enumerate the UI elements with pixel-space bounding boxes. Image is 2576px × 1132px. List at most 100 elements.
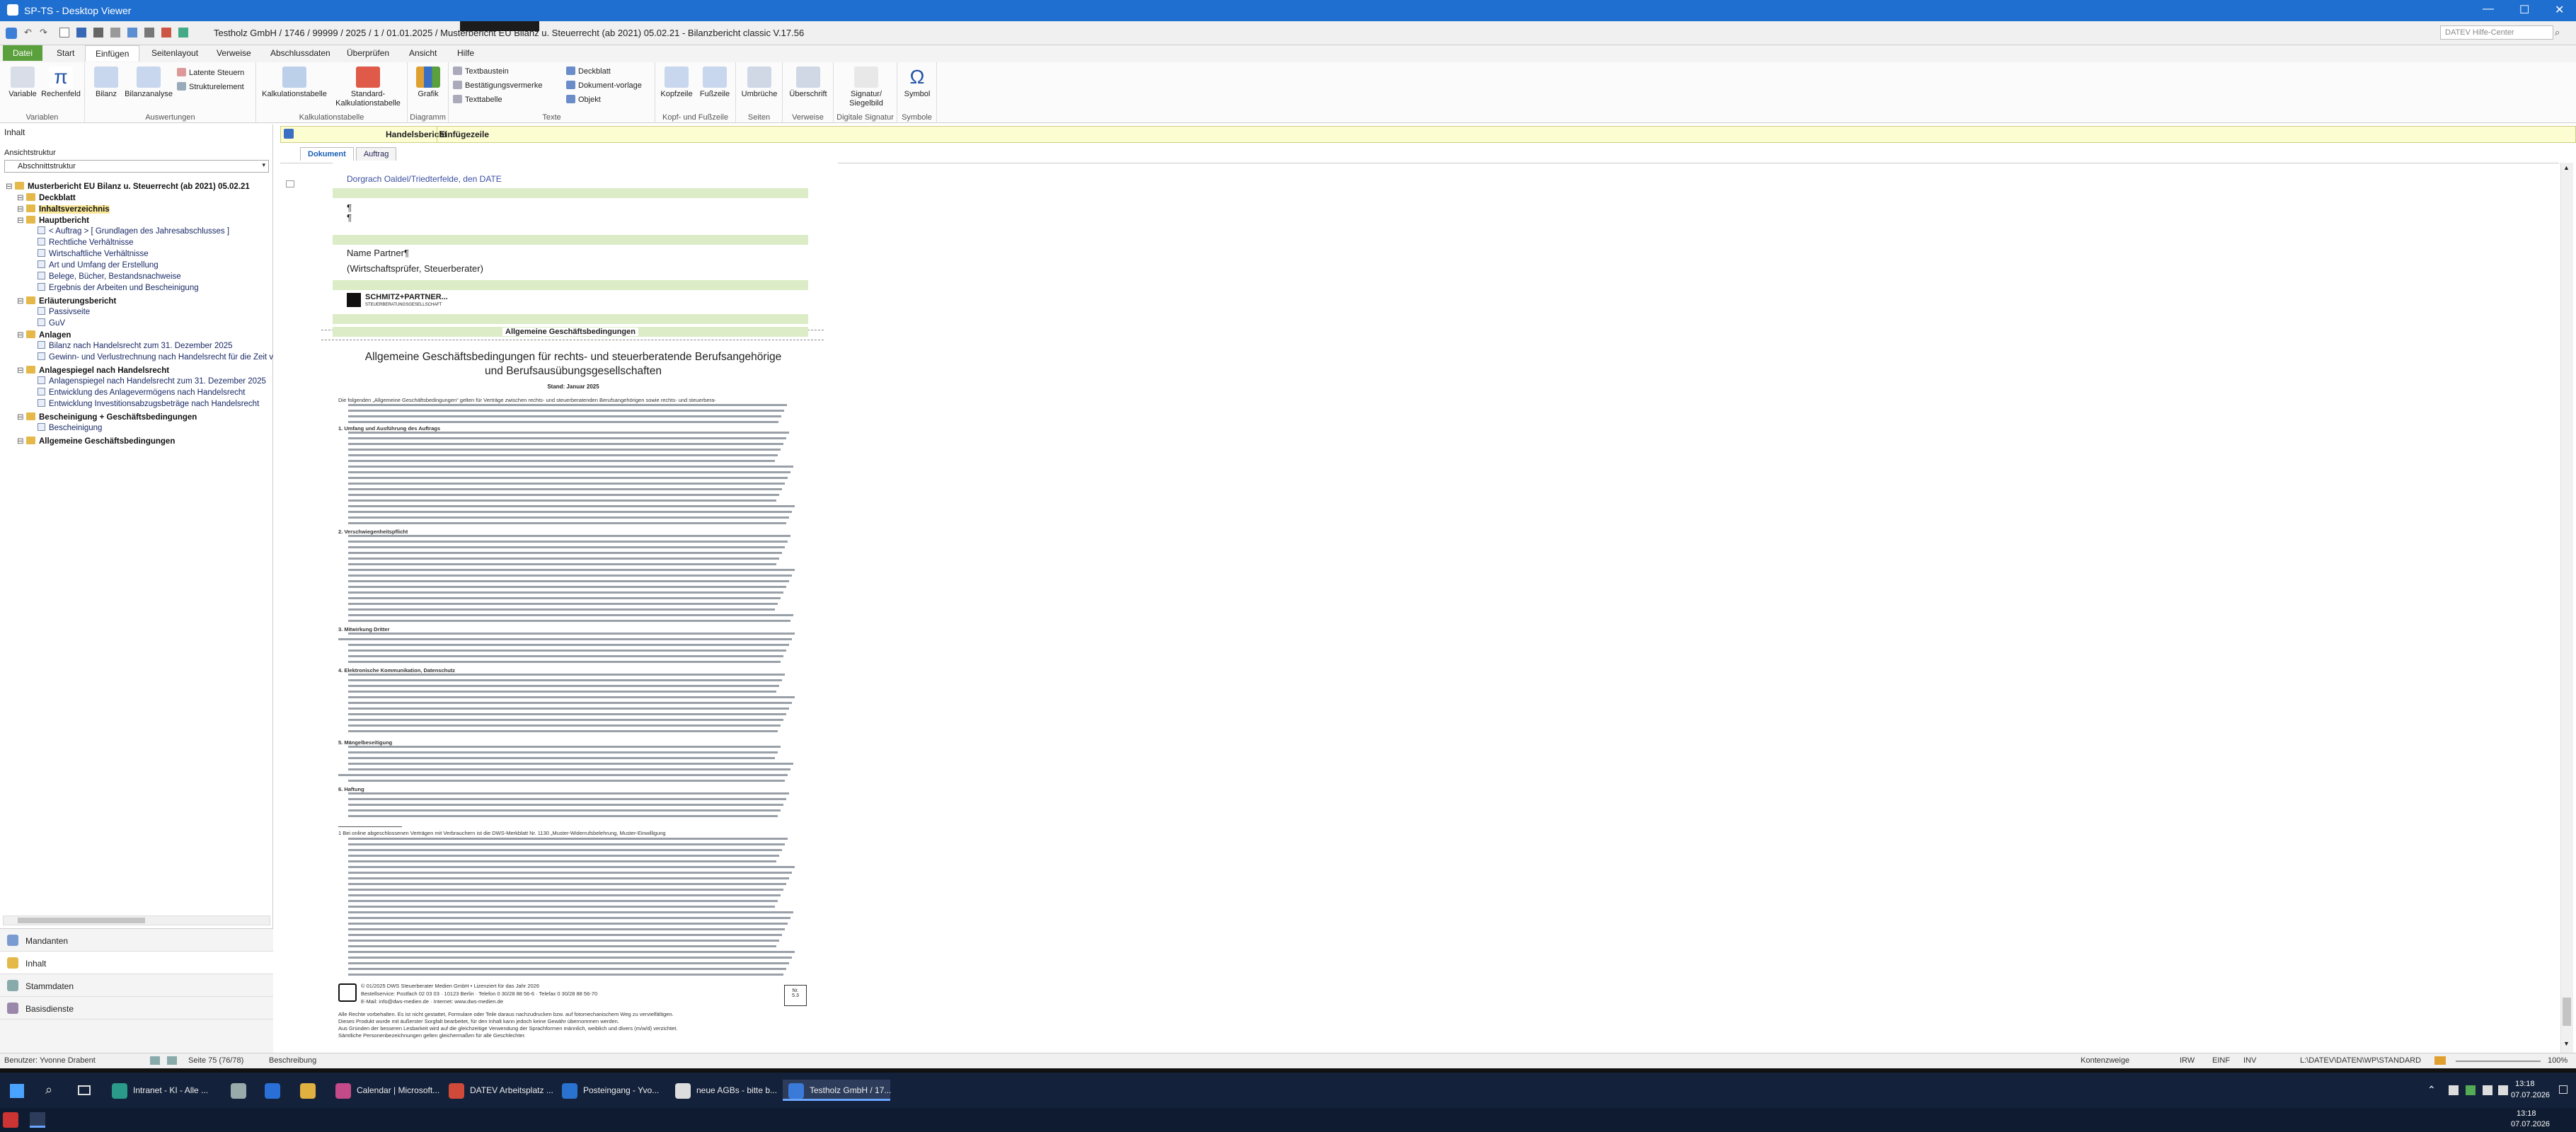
taskbar-app-3[interactable] xyxy=(294,1080,323,1101)
redo-icon[interactable]: ↷ xyxy=(40,27,47,38)
tree-item[interactable]: Bescheinigung xyxy=(28,423,102,432)
tree-item[interactable]: ⊟ Inhaltsverzeichnis xyxy=(17,204,110,214)
start-icon[interactable] xyxy=(3,1112,18,1128)
search-icon[interactable]: ⌕ xyxy=(45,1082,52,1097)
tree-item[interactable]: ⊟ Allgemeine Geschäftsbedingungen xyxy=(17,436,175,446)
kalkulationstabelle-button[interactable]: Kalkulationstabelle xyxy=(259,67,330,99)
minimize-icon[interactable]: — xyxy=(2483,3,2494,16)
chevron-up-icon[interactable]: ⌃ xyxy=(2427,1084,2436,1096)
taskbar-calendar[interactable]: Calendar | Microsoft... xyxy=(330,1080,439,1101)
pane-stammdaten[interactable]: Stammdaten xyxy=(0,974,273,997)
rechenfeld-button[interactable]: π Rechenfeld xyxy=(40,67,82,99)
tab-ueberpruefen[interactable]: Überprüfen xyxy=(337,45,399,61)
tab-ansicht[interactable]: Ansicht xyxy=(399,45,447,61)
tree-item[interactable]: Wirtschaftliche Verhältnisse xyxy=(28,249,149,258)
latente-steuern-button[interactable]: Latente Steuern xyxy=(177,68,244,77)
taskbar-app-2[interactable] xyxy=(259,1080,287,1101)
taskbar-mail[interactable]: neue AGBs - bitte b... xyxy=(669,1080,777,1101)
taskbar-testholz[interactable]: Testholz GmbH / 17... xyxy=(783,1080,891,1101)
bilanzanalyse-button[interactable]: Bilanzanalyse xyxy=(123,67,174,99)
tab-datei[interactable]: Datei xyxy=(3,45,43,61)
tree-item[interactable]: Gewinn- und Verlustrechnung nach Handels… xyxy=(28,352,273,362)
expand-toggle-icon[interactable]: ⊟ xyxy=(6,181,13,191)
pane-mandanten[interactable]: Mandanten xyxy=(0,929,273,952)
print-icon[interactable] xyxy=(93,28,103,37)
save-icon[interactable] xyxy=(76,28,86,37)
info-icon[interactable] xyxy=(284,129,294,139)
ueberschrift-button[interactable]: Überschrift xyxy=(786,67,831,99)
close-icon[interactable]: ✕ xyxy=(2555,3,2564,17)
tree-item[interactable]: Entwicklung des Anlagevermögens nach Han… xyxy=(28,388,245,397)
structure-icon[interactable] xyxy=(144,28,154,37)
tree-item[interactable]: ⊟ Deckblatt xyxy=(17,192,76,202)
ansicht-select[interactable]: Abschnittstruktur ▾ xyxy=(4,160,269,173)
undo-icon[interactable]: ↶ xyxy=(24,27,32,38)
pane-basisdienste[interactable]: Basisdienste xyxy=(0,997,273,1020)
tab-start[interactable]: Start xyxy=(47,45,84,61)
clock-time-secondary[interactable]: 13:18 xyxy=(2517,1109,2536,1118)
tree-item[interactable]: Ergebnis der Arbeiten und Bescheinigung xyxy=(28,283,199,292)
tab-seitenlayout[interactable]: Seitenlayout xyxy=(142,45,208,61)
scroll-thumb[interactable] xyxy=(2563,998,2571,1026)
symbol-button[interactable]: Ω Symbol xyxy=(902,67,933,99)
pane-inhalt[interactable]: Inhalt xyxy=(0,952,273,974)
task-view-icon[interactable] xyxy=(78,1085,91,1095)
tree-item[interactable]: ⊟ Musterbericht EU Bilanz u. Steuerrecht … xyxy=(6,181,250,191)
tree-item[interactable]: Belege, Bücher, Bestandsnachweise xyxy=(28,272,181,281)
tab-einfuegen[interactable]: Einfügen xyxy=(85,45,140,62)
standard-kalk-button[interactable]: Standard-Kalkulationstabelle xyxy=(333,67,403,108)
clock-time[interactable]: 13:18 xyxy=(2515,1080,2535,1088)
tree-item[interactable]: Passivseite xyxy=(28,307,90,316)
expand-toggle-icon[interactable]: ⊟ xyxy=(17,215,24,225)
clock-date[interactable]: 07.07.2026 xyxy=(2511,1091,2550,1099)
tray-icon[interactable] xyxy=(2449,1085,2459,1095)
tree-item[interactable]: Bilanz nach Handelsrecht zum 31. Dezembe… xyxy=(28,341,233,350)
tray-icon[interactable] xyxy=(2466,1085,2476,1095)
tree-item[interactable]: ⊟ Erläuterungsbericht xyxy=(17,296,116,306)
help-search-input[interactable]: DATEV Hilfe-Center xyxy=(2440,25,2553,40)
taskbar-outlook[interactable]: Posteingang - Yvo... xyxy=(556,1080,664,1101)
kopfzeile-button[interactable]: Kopfzeile xyxy=(658,67,695,99)
tree-item[interactable]: < Auftrag > [ Grundlagen des Jahresabsch… xyxy=(28,226,229,236)
tab-abschlussdaten[interactable]: Abschlussdaten xyxy=(260,45,340,61)
new-document-icon[interactable] xyxy=(59,28,69,37)
desktop-viewer-icon[interactable] xyxy=(30,1112,45,1128)
wifi-icon[interactable] xyxy=(2483,1085,2492,1095)
tree-item[interactable]: Art und Umfang der Erstellung xyxy=(28,260,159,270)
tree-item[interactable]: ⊟ Hauptbericht xyxy=(17,215,89,225)
tab-verweise[interactable]: Verweise xyxy=(207,45,261,61)
taskbar-edge[interactable]: Intranet - KI - Alle ... xyxy=(106,1080,214,1101)
check-icon[interactable] xyxy=(178,28,188,37)
expand-toggle-icon[interactable]: ⊟ xyxy=(17,412,24,422)
tab-hilfe[interactable]: Hilfe xyxy=(447,45,484,61)
scroll-down-icon[interactable]: ▼ xyxy=(2563,1040,2570,1047)
texttabelle-button[interactable]: Texttabelle xyxy=(453,95,502,104)
search-icon[interactable]: ⌕ xyxy=(2555,27,2560,38)
tree-item[interactable]: Rechtliche Verhältnisse xyxy=(28,238,134,247)
signatur-button[interactable]: Signatur/ Siegelbild xyxy=(838,67,895,108)
preview-icon[interactable] xyxy=(110,28,120,37)
variable-button[interactable]: Variable xyxy=(7,67,38,99)
dokumentvorlage-button[interactable]: Dokument-vorlage xyxy=(566,81,642,90)
tab-dokument[interactable]: Dokument xyxy=(300,147,354,161)
notification-icon[interactable] xyxy=(2559,1085,2568,1094)
tree-item[interactable]: ⊟ Anlagespiegel nach Handelsrecht xyxy=(17,365,169,375)
expand-toggle-icon[interactable]: ⊟ xyxy=(17,330,24,340)
zoom-slider[interactable] xyxy=(2456,1061,2541,1062)
maximize-icon[interactable]: ☐ xyxy=(2519,3,2529,17)
deckblatt-button[interactable]: Deckblatt xyxy=(566,67,611,76)
taskbar-datev[interactable]: DATEV Arbeitsplatz ... xyxy=(443,1080,553,1101)
textbaustein-button[interactable]: Textbaustein xyxy=(453,67,509,76)
fusszeile-button[interactable]: Fußzeile xyxy=(696,67,733,99)
tab-auftrag[interactable]: Auftrag xyxy=(355,147,397,161)
pdf-icon[interactable] xyxy=(161,28,171,37)
bilanz-button[interactable]: Bilanz xyxy=(92,67,120,99)
umbrueche-button[interactable]: Umbrüche xyxy=(739,67,780,99)
tree-item[interactable]: Anlagenspiegel nach Handelsrecht zum 31.… xyxy=(28,376,266,386)
expand-toggle-icon[interactable]: ⊟ xyxy=(17,192,24,202)
objekt-button[interactable]: Objekt xyxy=(566,95,601,104)
clock-date-secondary[interactable]: 07.07.2026 xyxy=(2511,1120,2550,1128)
expand-toggle-icon[interactable]: ⊟ xyxy=(17,365,24,375)
tree-item[interactable]: ⊟ Bescheinigung + Geschäftsbedingungen xyxy=(17,412,197,422)
strukturelement-button[interactable]: Strukturelement xyxy=(177,82,244,91)
